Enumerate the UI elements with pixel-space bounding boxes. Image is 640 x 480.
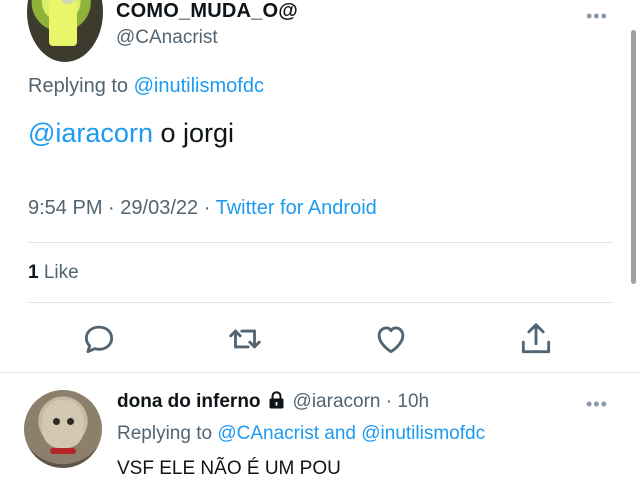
author-display-name[interactable]: COMO_MUDA_O@ [116, 0, 298, 23]
reply-author-avatar[interactable] [24, 390, 102, 468]
like-count-number: 1 [28, 262, 39, 283]
share-icon[interactable] [517, 320, 555, 363]
divider [28, 302, 613, 303]
reply-time[interactable]: 10h [397, 391, 429, 412]
reply-display-name[interactable]: dona do inferno [117, 391, 261, 412]
reply-replying-to-line: Replying to @CAnacrist and @inutilismofd… [117, 423, 485, 445]
reply-icon[interactable] [80, 320, 118, 363]
author-avatar[interactable] [27, 0, 103, 62]
mention-link[interactable]: @iaracorn [28, 118, 153, 148]
tweet-date[interactable]: 29/03/22 [120, 197, 198, 219]
likes-count[interactable]: 1 Like [28, 262, 79, 284]
tweet-time[interactable]: 9:54 PM [28, 197, 102, 219]
tweet-source-link[interactable]: Twitter for Android [216, 197, 377, 219]
reply-replying-and: and [324, 423, 356, 444]
reply-text: VSF ELE NÃO É UM POU [117, 458, 341, 479]
reply-handle[interactable]: @iaracorn [293, 391, 381, 412]
reply-replying-to-link-2[interactable]: @inutilismofdc [361, 423, 485, 444]
like-icon[interactable] [372, 320, 410, 363]
avatar-collar [50, 448, 76, 454]
tweet-separator [0, 372, 640, 373]
meta-separator: · [203, 197, 211, 219]
reply-meta-separator: · [385, 391, 393, 412]
like-count-label: Like [43, 262, 79, 283]
replying-prefix: Replying to [28, 75, 129, 97]
tweet-body: o jorgi [160, 118, 235, 148]
replying-to-link[interactable]: @inutilismofdc [134, 75, 264, 97]
meta-separator: · [108, 197, 115, 219]
avatar-eye [53, 418, 60, 425]
author-handle[interactable]: @CAnacrist [116, 27, 218, 49]
avatar-figure [49, 0, 77, 46]
reply-header: dona do inferno @iaracorn · 10h [117, 391, 429, 415]
replying-to-line: Replying to @inutilismofdc [28, 75, 264, 98]
divider [28, 242, 613, 243]
retweet-icon[interactable] [226, 320, 264, 363]
reply-replying-to-link-1[interactable]: @CAnacrist [217, 423, 319, 444]
tweet-text: @iaracorn o jorgi [28, 118, 234, 149]
reply-more-options-icon[interactable]: ••• [586, 394, 608, 415]
lock-icon [268, 391, 285, 415]
more-options-icon[interactable]: ••• [586, 6, 608, 27]
reply-replying-prefix: Replying to [117, 423, 213, 444]
avatar-eye [67, 418, 74, 425]
scrollbar[interactable] [631, 30, 636, 284]
avatar-face [42, 400, 84, 448]
tweet-meta: 9:54 PM · 29/03/22 · Twitter for Android [28, 197, 377, 220]
